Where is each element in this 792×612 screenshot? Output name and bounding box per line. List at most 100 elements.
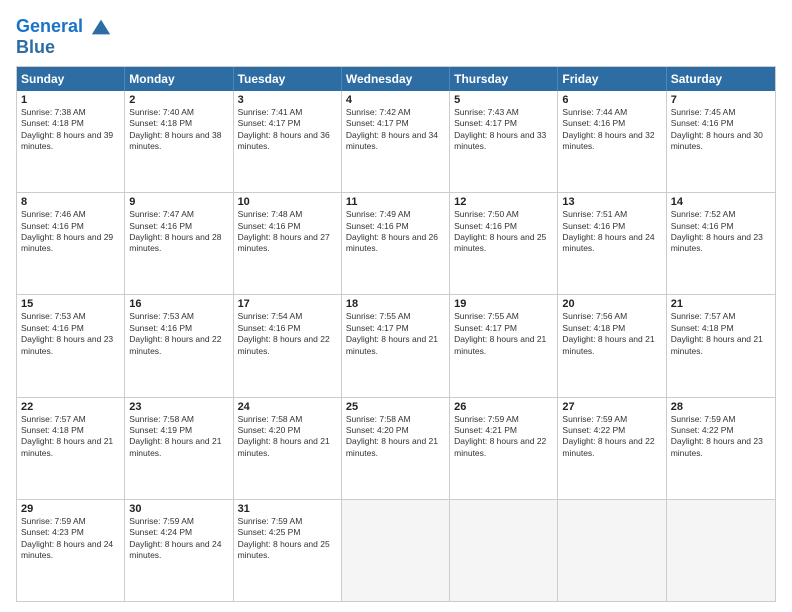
day-cell-16: 16Sunrise: 7:53 AMSunset: 4:16 PMDayligh…	[125, 295, 233, 396]
day-number: 9	[129, 196, 228, 208]
day-number: 3	[238, 94, 337, 106]
day-number: 7	[671, 94, 771, 106]
day-cell-22: 22Sunrise: 7:57 AMSunset: 4:18 PMDayligh…	[17, 398, 125, 499]
day-info: Sunrise: 7:48 AMSunset: 4:16 PMDaylight:…	[238, 209, 337, 255]
day-info: Sunrise: 7:59 AMSunset: 4:23 PMDaylight:…	[21, 516, 120, 562]
day-info: Sunrise: 7:53 AMSunset: 4:16 PMDaylight:…	[129, 311, 228, 357]
day-cell-9: 9Sunrise: 7:47 AMSunset: 4:16 PMDaylight…	[125, 193, 233, 294]
day-info: Sunrise: 7:40 AMSunset: 4:18 PMDaylight:…	[129, 107, 228, 153]
day-number: 4	[346, 94, 445, 106]
day-number: 6	[562, 94, 661, 106]
weekday-header-wednesday: Wednesday	[342, 67, 450, 91]
day-number: 25	[346, 401, 445, 413]
day-cell-4: 4Sunrise: 7:42 AMSunset: 4:17 PMDaylight…	[342, 91, 450, 192]
day-cell-15: 15Sunrise: 7:53 AMSunset: 4:16 PMDayligh…	[17, 295, 125, 396]
day-info: Sunrise: 7:56 AMSunset: 4:18 PMDaylight:…	[562, 311, 661, 357]
day-cell-26: 26Sunrise: 7:59 AMSunset: 4:21 PMDayligh…	[450, 398, 558, 499]
weekday-header-thursday: Thursday	[450, 67, 558, 91]
weekday-header-saturday: Saturday	[667, 67, 775, 91]
day-cell-1: 1Sunrise: 7:38 AMSunset: 4:18 PMDaylight…	[17, 91, 125, 192]
day-cell-27: 27Sunrise: 7:59 AMSunset: 4:22 PMDayligh…	[558, 398, 666, 499]
day-cell-24: 24Sunrise: 7:58 AMSunset: 4:20 PMDayligh…	[234, 398, 342, 499]
weekday-header-monday: Monday	[125, 67, 233, 91]
day-info: Sunrise: 7:58 AMSunset: 4:20 PMDaylight:…	[346, 414, 445, 460]
calendar-row-1: 8Sunrise: 7:46 AMSunset: 4:16 PMDaylight…	[17, 192, 775, 294]
day-number: 22	[21, 401, 120, 413]
day-number: 24	[238, 401, 337, 413]
calendar: SundayMondayTuesdayWednesdayThursdayFrid…	[16, 66, 776, 602]
day-info: Sunrise: 7:59 AMSunset: 4:25 PMDaylight:…	[238, 516, 337, 562]
day-number: 14	[671, 196, 771, 208]
day-info: Sunrise: 7:58 AMSunset: 4:19 PMDaylight:…	[129, 414, 228, 460]
day-cell-8: 8Sunrise: 7:46 AMSunset: 4:16 PMDaylight…	[17, 193, 125, 294]
day-info: Sunrise: 7:59 AMSunset: 4:22 PMDaylight:…	[671, 414, 771, 460]
day-number: 31	[238, 503, 337, 515]
day-number: 21	[671, 298, 771, 310]
day-number: 17	[238, 298, 337, 310]
day-info: Sunrise: 7:55 AMSunset: 4:17 PMDaylight:…	[346, 311, 445, 357]
calendar-body: 1Sunrise: 7:38 AMSunset: 4:18 PMDaylight…	[17, 91, 775, 601]
empty-cell	[667, 500, 775, 601]
day-number: 26	[454, 401, 553, 413]
day-info: Sunrise: 7:45 AMSunset: 4:16 PMDaylight:…	[671, 107, 771, 153]
day-cell-7: 7Sunrise: 7:45 AMSunset: 4:16 PMDaylight…	[667, 91, 775, 192]
day-info: Sunrise: 7:43 AMSunset: 4:17 PMDaylight:…	[454, 107, 553, 153]
day-number: 18	[346, 298, 445, 310]
day-number: 15	[21, 298, 120, 310]
weekday-header-tuesday: Tuesday	[234, 67, 342, 91]
day-number: 12	[454, 196, 553, 208]
day-info: Sunrise: 7:57 AMSunset: 4:18 PMDaylight:…	[21, 414, 120, 460]
day-cell-3: 3Sunrise: 7:41 AMSunset: 4:17 PMDaylight…	[234, 91, 342, 192]
day-info: Sunrise: 7:49 AMSunset: 4:16 PMDaylight:…	[346, 209, 445, 255]
calendar-header: SundayMondayTuesdayWednesdayThursdayFrid…	[17, 67, 775, 91]
empty-cell	[450, 500, 558, 601]
day-number: 20	[562, 298, 661, 310]
day-info: Sunrise: 7:55 AMSunset: 4:17 PMDaylight:…	[454, 311, 553, 357]
day-cell-28: 28Sunrise: 7:59 AMSunset: 4:22 PMDayligh…	[667, 398, 775, 499]
calendar-row-2: 15Sunrise: 7:53 AMSunset: 4:16 PMDayligh…	[17, 294, 775, 396]
day-number: 13	[562, 196, 661, 208]
day-cell-20: 20Sunrise: 7:56 AMSunset: 4:18 PMDayligh…	[558, 295, 666, 396]
day-info: Sunrise: 7:59 AMSunset: 4:22 PMDaylight:…	[562, 414, 661, 460]
day-info: Sunrise: 7:59 AMSunset: 4:24 PMDaylight:…	[129, 516, 228, 562]
day-cell-6: 6Sunrise: 7:44 AMSunset: 4:16 PMDaylight…	[558, 91, 666, 192]
day-info: Sunrise: 7:53 AMSunset: 4:16 PMDaylight:…	[21, 311, 120, 357]
day-cell-17: 17Sunrise: 7:54 AMSunset: 4:16 PMDayligh…	[234, 295, 342, 396]
day-cell-13: 13Sunrise: 7:51 AMSunset: 4:16 PMDayligh…	[558, 193, 666, 294]
day-info: Sunrise: 7:50 AMSunset: 4:16 PMDaylight:…	[454, 209, 553, 255]
weekday-header-sunday: Sunday	[17, 67, 125, 91]
day-number: 19	[454, 298, 553, 310]
day-info: Sunrise: 7:46 AMSunset: 4:16 PMDaylight:…	[21, 209, 120, 255]
empty-cell	[558, 500, 666, 601]
day-cell-23: 23Sunrise: 7:58 AMSunset: 4:19 PMDayligh…	[125, 398, 233, 499]
logo-general: General	[16, 16, 83, 36]
day-cell-10: 10Sunrise: 7:48 AMSunset: 4:16 PMDayligh…	[234, 193, 342, 294]
logo-icon	[90, 16, 112, 38]
day-cell-5: 5Sunrise: 7:43 AMSunset: 4:17 PMDaylight…	[450, 91, 558, 192]
day-number: 2	[129, 94, 228, 106]
day-info: Sunrise: 7:42 AMSunset: 4:17 PMDaylight:…	[346, 107, 445, 153]
day-number: 11	[346, 196, 445, 208]
logo-text: General	[16, 16, 112, 38]
day-cell-12: 12Sunrise: 7:50 AMSunset: 4:16 PMDayligh…	[450, 193, 558, 294]
calendar-row-0: 1Sunrise: 7:38 AMSunset: 4:18 PMDaylight…	[17, 91, 775, 192]
calendar-row-4: 29Sunrise: 7:59 AMSunset: 4:23 PMDayligh…	[17, 499, 775, 601]
day-cell-25: 25Sunrise: 7:58 AMSunset: 4:20 PMDayligh…	[342, 398, 450, 499]
day-cell-19: 19Sunrise: 7:55 AMSunset: 4:17 PMDayligh…	[450, 295, 558, 396]
day-cell-18: 18Sunrise: 7:55 AMSunset: 4:17 PMDayligh…	[342, 295, 450, 396]
day-cell-21: 21Sunrise: 7:57 AMSunset: 4:18 PMDayligh…	[667, 295, 775, 396]
day-info: Sunrise: 7:52 AMSunset: 4:16 PMDaylight:…	[671, 209, 771, 255]
day-number: 29	[21, 503, 120, 515]
day-cell-14: 14Sunrise: 7:52 AMSunset: 4:16 PMDayligh…	[667, 193, 775, 294]
day-info: Sunrise: 7:44 AMSunset: 4:16 PMDaylight:…	[562, 107, 661, 153]
day-info: Sunrise: 7:38 AMSunset: 4:18 PMDaylight:…	[21, 107, 120, 153]
day-number: 30	[129, 503, 228, 515]
day-info: Sunrise: 7:51 AMSunset: 4:16 PMDaylight:…	[562, 209, 661, 255]
day-cell-30: 30Sunrise: 7:59 AMSunset: 4:24 PMDayligh…	[125, 500, 233, 601]
day-info: Sunrise: 7:47 AMSunset: 4:16 PMDaylight:…	[129, 209, 228, 255]
logo-blue: Blue	[16, 38, 112, 58]
logo: General Blue	[16, 16, 112, 58]
day-number: 27	[562, 401, 661, 413]
day-info: Sunrise: 7:57 AMSunset: 4:18 PMDaylight:…	[671, 311, 771, 357]
page: General Blue SundayMondayTuesdayWednesda…	[0, 0, 792, 612]
